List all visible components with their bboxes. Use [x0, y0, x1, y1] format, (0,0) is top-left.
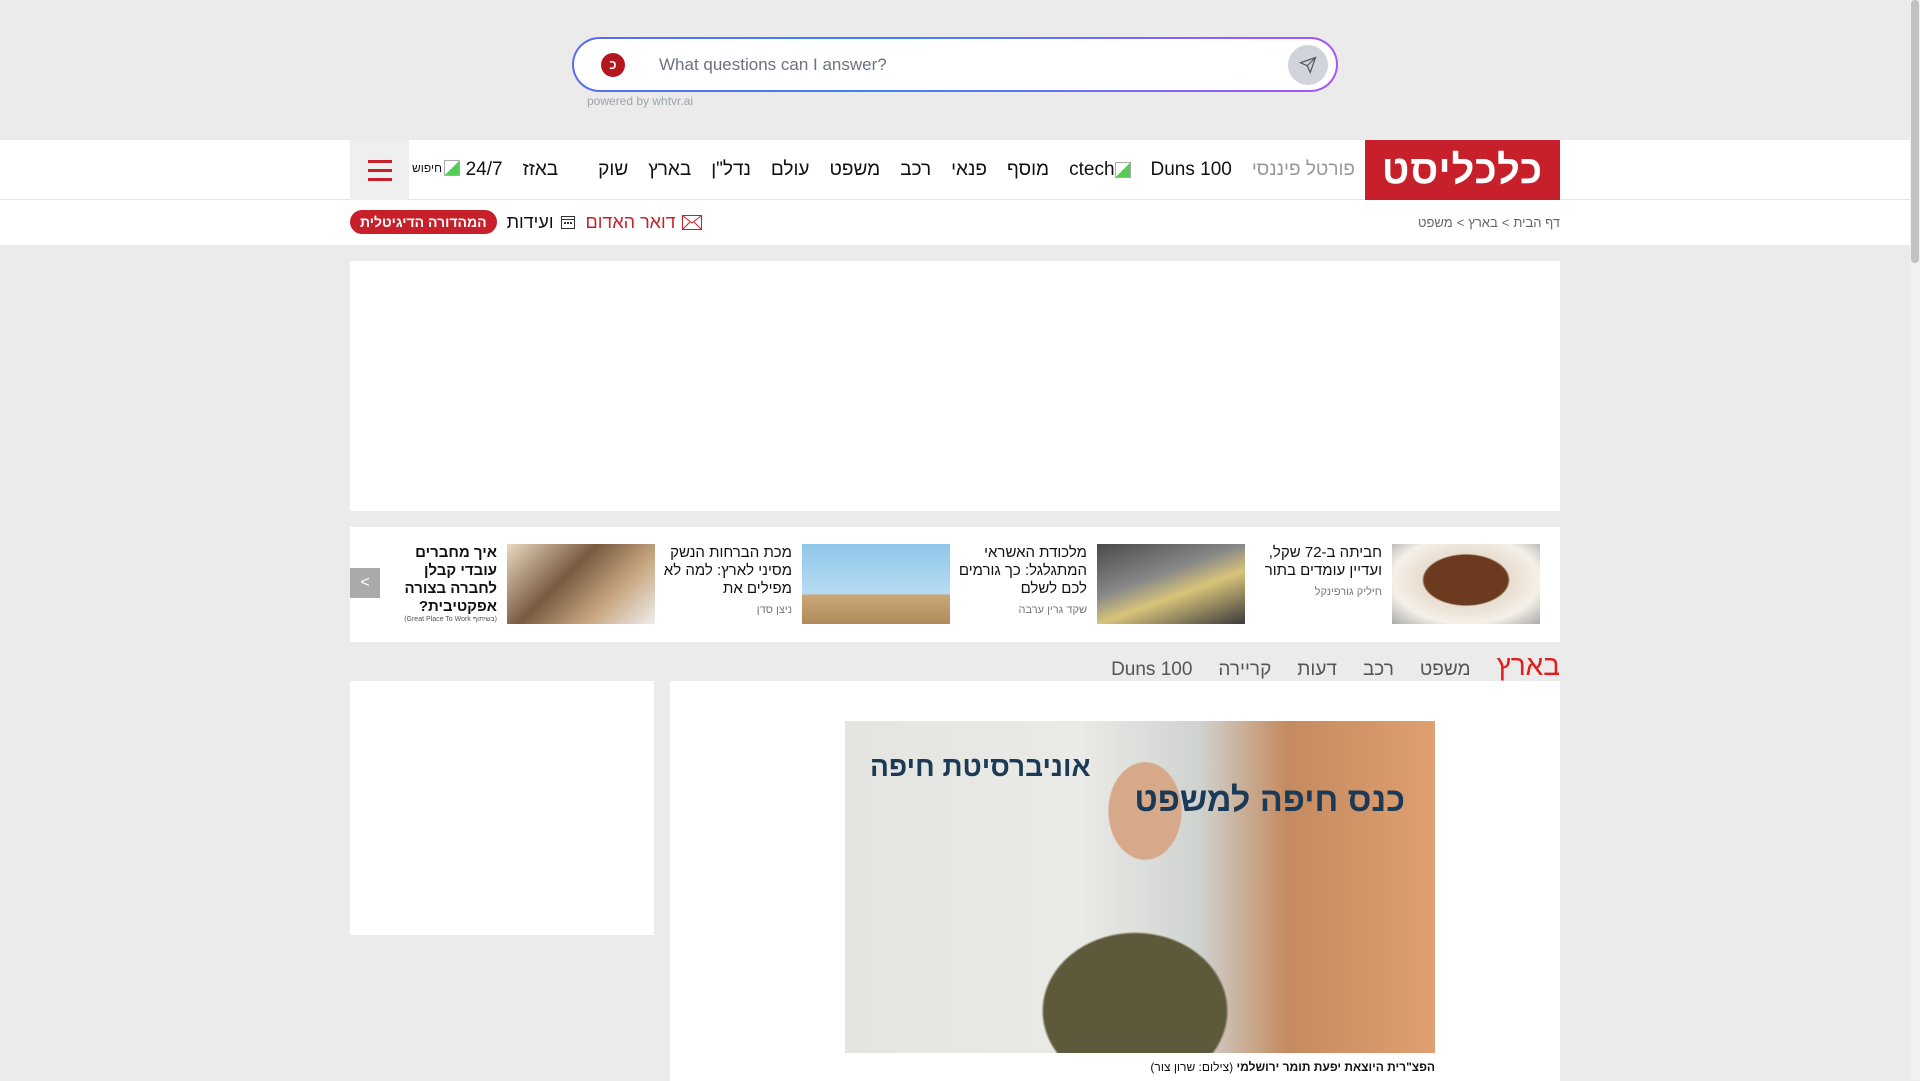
sponsored-carousel-item[interactable]: איך מחברים עובדי קבלן לחברה בצורה אפקטיב…: [377, 544, 655, 625]
digital-edition-button[interactable]: המהדורה הדיגיטלית: [350, 210, 497, 234]
carousel-item-title: מכת הברחות הנשק מסיני לארץ: למה לא מפילי…: [663, 544, 792, 597]
section-tab-israel[interactable]: בארץ: [1497, 650, 1560, 682]
header-tools: המהדורה הדיגיטלית ועידות דואר האדום: [350, 210, 702, 234]
carousel-item-image: [1392, 544, 1540, 624]
article-main-image: אוניברסיטת חיפה כנס חיפה למשפט: [845, 721, 1435, 1053]
nav-item-realestate[interactable]: נדל"ן: [711, 159, 751, 181]
image-caption: הפצ"רית היוצאת יפעת תומר ירושלמי (צילום:…: [1150, 1060, 1435, 1074]
broken-image-icon: [1114, 161, 1131, 178]
sponsor-label: (בשיתוף Great Place To Work): [404, 616, 497, 623]
carousel-item-image: [507, 544, 655, 624]
ad-banner: [350, 261, 1560, 511]
side-ad: [350, 681, 654, 935]
carousel-item-author: ניצן סדן: [756, 604, 792, 616]
assistant-question-input[interactable]: [659, 51, 1219, 79]
search-link[interactable]: חיפוש: [412, 160, 460, 176]
carousel-item-title: חביתה ב-72 שקל, ועדיין עומדים בתור: [1264, 544, 1382, 579]
photo-sign-text: כנס חיפה למשפט: [1134, 781, 1405, 819]
nav-items: 24/7 באזז שוק בארץ נדל"ן עולם משפט רכב פ…: [466, 140, 1355, 200]
nav-item-24-7[interactable]: 24/7: [466, 159, 503, 181]
section-tab-career[interactable]: קריירה: [1218, 659, 1271, 681]
carousel-item-image: [1097, 544, 1245, 624]
send-button[interactable]: [1288, 45, 1328, 85]
nav-item-finance-portal[interactable]: פורטל פיננסי: [1252, 159, 1355, 181]
section-tabs: בארץ משפט רכב דעות קריירה Duns 100: [1111, 650, 1560, 682]
red-mail-link[interactable]: דואר האדום: [586, 212, 702, 233]
carousel-prev-button[interactable]: <: [350, 568, 380, 598]
events-link[interactable]: ועידות: [507, 212, 576, 233]
nav-item-leisure[interactable]: פנאי: [951, 159, 987, 181]
carousel-item[interactable]: מלכודת האשראי המתגלגל: כך גורמים לכם לשל…: [947, 544, 1245, 625]
nav-item-israel[interactable]: בארץ: [648, 159, 691, 181]
carousel-item-author: שקד גרין ערבה: [1018, 604, 1087, 616]
section-tab-duns100[interactable]: Duns 100: [1111, 659, 1192, 681]
search-label: חיפוש: [412, 161, 442, 175]
carousel-item[interactable]: מכת הברחות הנשק מסיני לארץ: למה לא מפילי…: [652, 544, 950, 625]
nav-item-world[interactable]: עולם: [771, 159, 810, 181]
nav-item-market[interactable]: שוק: [598, 159, 628, 181]
nav-item-ctech[interactable]: ctech: [1069, 159, 1131, 181]
carousel-item-title: איך מחברים עובדי קבלן לחברה בצורה אפקטיב…: [404, 544, 497, 615]
carousel-item-image: [802, 544, 950, 624]
carousel-item-title: מלכודת האשראי המתגלגל: כך גורמים לכם לשל…: [958, 544, 1087, 597]
chevron-left-icon: <: [360, 574, 370, 591]
broken-image-icon: [443, 160, 460, 176]
site-logo[interactable]: כלכליסט: [1365, 140, 1560, 200]
brand-logo-icon: כ: [601, 53, 625, 77]
nav-item-duns100[interactable]: Duns 100: [1151, 159, 1232, 181]
breadcrumb-home[interactable]: דף הבית: [1513, 215, 1560, 230]
carousel-item[interactable]: חביתה ב-72 שקל, ועדיין עומדים בתור חיליק …: [1242, 544, 1540, 625]
nav-item-law[interactable]: משפט: [829, 159, 880, 181]
nav-item-magazine[interactable]: מוסף: [1007, 159, 1049, 181]
send-icon: [1299, 56, 1317, 74]
carousel-item-author: חיליק גורפינקל: [1314, 586, 1382, 598]
article-carousel: חביתה ב-72 שקל, ועדיין עומדים בתור חיליק …: [350, 527, 1560, 642]
breadcrumb-israel[interactable]: בארץ: [1468, 215, 1497, 230]
section-tab-cars[interactable]: רכב: [1363, 659, 1394, 681]
hamburger-menu-button[interactable]: [350, 140, 409, 200]
assistant-search-bar: כ: [572, 37, 1338, 92]
breadcrumb: דף הבית > בארץ > משפט: [1418, 215, 1560, 230]
photo-sign-text: אוניברסיטת חיפה: [870, 751, 1091, 782]
section-tab-law[interactable]: משפט: [1420, 659, 1471, 681]
nav-item-buzz[interactable]: באזז: [523, 159, 559, 181]
scrollbar-thumb[interactable]: [1911, 0, 1919, 263]
nav-item-cars[interactable]: רכב: [900, 159, 931, 181]
breadcrumb-law[interactable]: משפט: [1418, 215, 1453, 230]
breadcrumb-row: [0, 200, 1910, 245]
powered-by-link[interactable]: powered by whtvr.ai: [587, 94, 693, 108]
mail-icon: [681, 214, 702, 230]
calendar-icon: [560, 216, 575, 229]
section-tab-opinions[interactable]: דעות: [1297, 659, 1337, 681]
